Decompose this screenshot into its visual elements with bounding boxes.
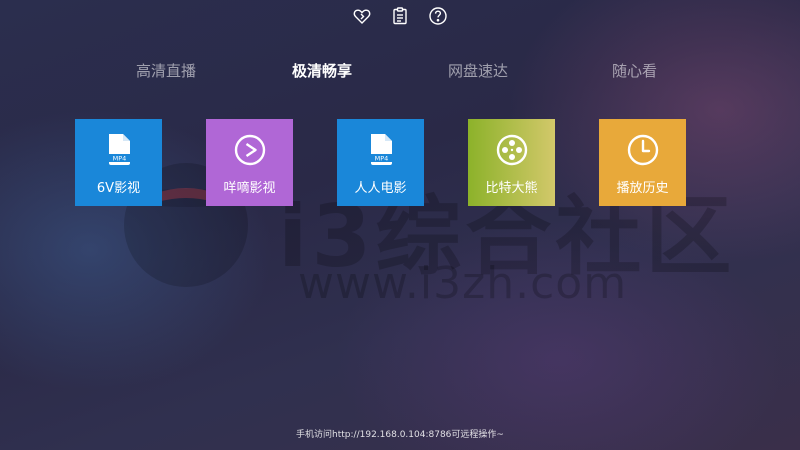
- tile-label: 播放历史: [616, 181, 669, 196]
- watermark-url: www.i3zh.com: [298, 258, 628, 309]
- favorite-heart-icon[interactable]: [352, 6, 372, 26]
- category-tabs: 高清直播 极清畅享 网盘速达 随心看: [0, 60, 800, 82]
- tile-renren-movies[interactable]: MP4 人人电影: [337, 119, 424, 206]
- film-reel-icon: [496, 134, 527, 166]
- tile-6v-movies[interactable]: MP4 6V影视: [75, 119, 162, 206]
- mp4-file-icon: MP4: [108, 134, 130, 165]
- tile-miedi-movies[interactable]: 咩嘀影视: [206, 119, 293, 206]
- top-toolbar: [0, 6, 800, 26]
- tile-label: 人人电影: [354, 181, 407, 196]
- clipboard-icon[interactable]: [390, 6, 410, 26]
- tab-watch-freely[interactable]: 随心看: [612, 60, 657, 81]
- mp4-badge: MP4: [112, 155, 126, 163]
- tab-hd-live[interactable]: 高清直播: [136, 60, 196, 81]
- tab-cloud-disk[interactable]: 网盘速达: [448, 60, 508, 81]
- mp4-file-icon: MP4: [370, 134, 392, 165]
- help-icon[interactable]: [428, 6, 448, 26]
- clock-icon: [627, 134, 658, 166]
- tile-label: 6V影视: [96, 181, 141, 196]
- remote-access-hint: 手机访问http://192.168.0.104:8786可远程操作~: [296, 430, 504, 440]
- tile-label: 咩嘀影视: [223, 181, 276, 196]
- tile-label: 比特大熊: [485, 181, 538, 196]
- play-circle-icon: [234, 134, 265, 166]
- tile-bit-bear[interactable]: 比特大熊: [468, 119, 555, 206]
- mp4-badge: MP4: [374, 155, 388, 163]
- tile-play-history[interactable]: 播放历史: [599, 119, 686, 206]
- tab-ultra-hd[interactable]: 极清畅享: [292, 60, 352, 81]
